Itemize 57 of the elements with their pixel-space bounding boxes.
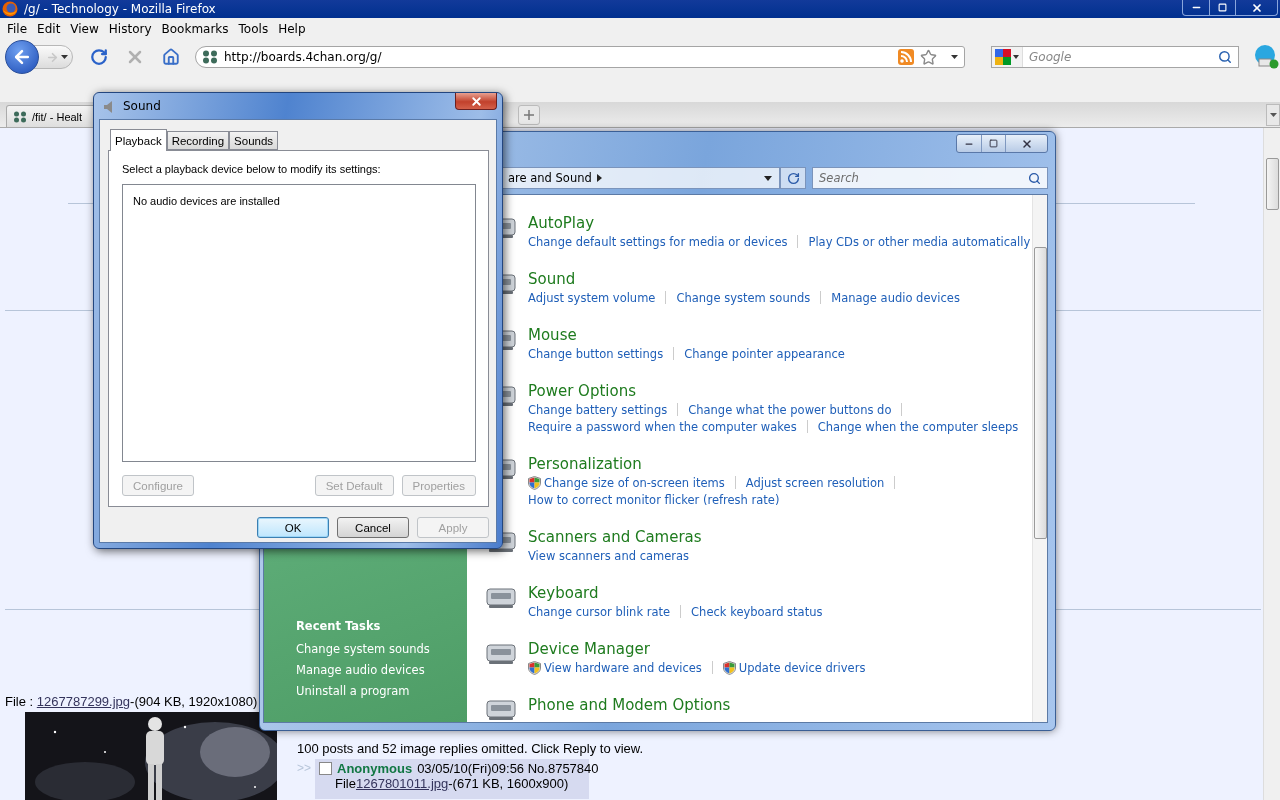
category-title[interactable]: Sound [528, 269, 960, 289]
category-title[interactable]: Power Options [528, 381, 1019, 401]
address-field[interactable]: http://boards.4chan.org/g/ [224, 50, 892, 64]
dialog-tab[interactable]: Playback [110, 129, 167, 151]
category-title[interactable]: Personalization [528, 454, 906, 474]
task-link[interactable]: Change system sounds [676, 290, 811, 305]
task-link[interactable]: Adjust screen resolution [745, 475, 885, 490]
task-link[interactable]: Manage audio devices [831, 290, 960, 305]
menu-item[interactable]: Bookmarks [156, 22, 234, 36]
task-link[interactable]: Change button settings [528, 346, 664, 361]
category-title[interactable]: Device Manager [528, 639, 866, 659]
task-link[interactable]: Change battery settings [528, 402, 668, 417]
task-link[interactable]: Play CDs or other media automatically [808, 234, 1031, 249]
search-bar[interactable]: Search [812, 167, 1048, 189]
empty-message: No audio devices are installed [133, 195, 281, 207]
task-link[interactable]: Change pointer appearance [684, 346, 845, 361]
dialog-button[interactable]: Cancel [337, 517, 409, 538]
menu-item[interactable]: Help [273, 22, 311, 36]
task-link[interactable]: Change default settings for media or devices [528, 234, 788, 249]
task-link[interactable]: Adjust system volume [528, 290, 656, 305]
task-link[interactable]: Update device drivers [722, 660, 866, 675]
task-link[interactable]: View scanners and cameras [528, 548, 690, 563]
dialog-tab[interactable]: Recording [166, 131, 230, 150]
menu-item[interactable]: History [103, 22, 157, 36]
menu-item[interactable]: Tools [233, 22, 274, 36]
task-link[interactable]: Check keyboard status [691, 604, 823, 619]
address-bar[interactable]: http://boards.4chan.org/g/ [195, 46, 965, 68]
task-link[interactable]: Require a password when the computer wakes [528, 419, 797, 434]
dialog-tab[interactable]: Sounds [229, 131, 279, 150]
menu-item[interactable]: File [2, 22, 33, 36]
file-info: File1267801011.jpg-(671 KB, 1600x900) [335, 776, 569, 791]
task-link[interactable]: How to correct monitor flicker (refresh rate) [528, 492, 780, 507]
task-link[interactable]: Change what the power buttons do [688, 402, 892, 417]
sidebar-heading: Recent Tasks [296, 619, 382, 633]
device-list[interactable]: No audio devices are installed [122, 184, 476, 462]
menu-item[interactable]: View [65, 22, 104, 36]
dialog-title: Sound [123, 98, 162, 115]
category-title[interactable]: Scanners and Cameras [528, 527, 702, 547]
poster-name: Anonymous [337, 761, 413, 776]
breadcrumb[interactable]: are and Sound [508, 171, 592, 185]
file-info: File : 1267787299.jpg-(904 KB, 1920x1080) [5, 694, 258, 709]
search-field[interactable]: Search [819, 171, 1028, 185]
omitted-notice: 100 posts and 52 image replies omitted. Click Reply to view. [297, 741, 644, 756]
post-date: 03/05/10(Fri)09:56 No.8757840 [417, 761, 599, 776]
task-link[interactable]: Change cursor blink rate [528, 604, 671, 619]
category-title[interactable]: AutoPlay [528, 213, 1031, 233]
category-title[interactable]: Mouse [528, 325, 845, 345]
menu-item[interactable]: Edit [32, 22, 66, 36]
task-link[interactable]: View hardware and devices [528, 660, 702, 675]
dialog-button[interactable]: OK [257, 517, 329, 538]
task-link[interactable]: Change size of on-screen items [528, 475, 725, 490]
window-title: /g/ - Technology - Mozilla Firefox [24, 1, 217, 18]
reply-marker: >> [297, 760, 311, 777]
category-title[interactable]: Keyboard [528, 583, 823, 603]
search-bar[interactable]: Google [991, 46, 1239, 68]
task-link[interactable]: Change when the computer sleeps [817, 419, 1019, 434]
category-title[interactable]: Phone and Modem Options [528, 695, 731, 715]
